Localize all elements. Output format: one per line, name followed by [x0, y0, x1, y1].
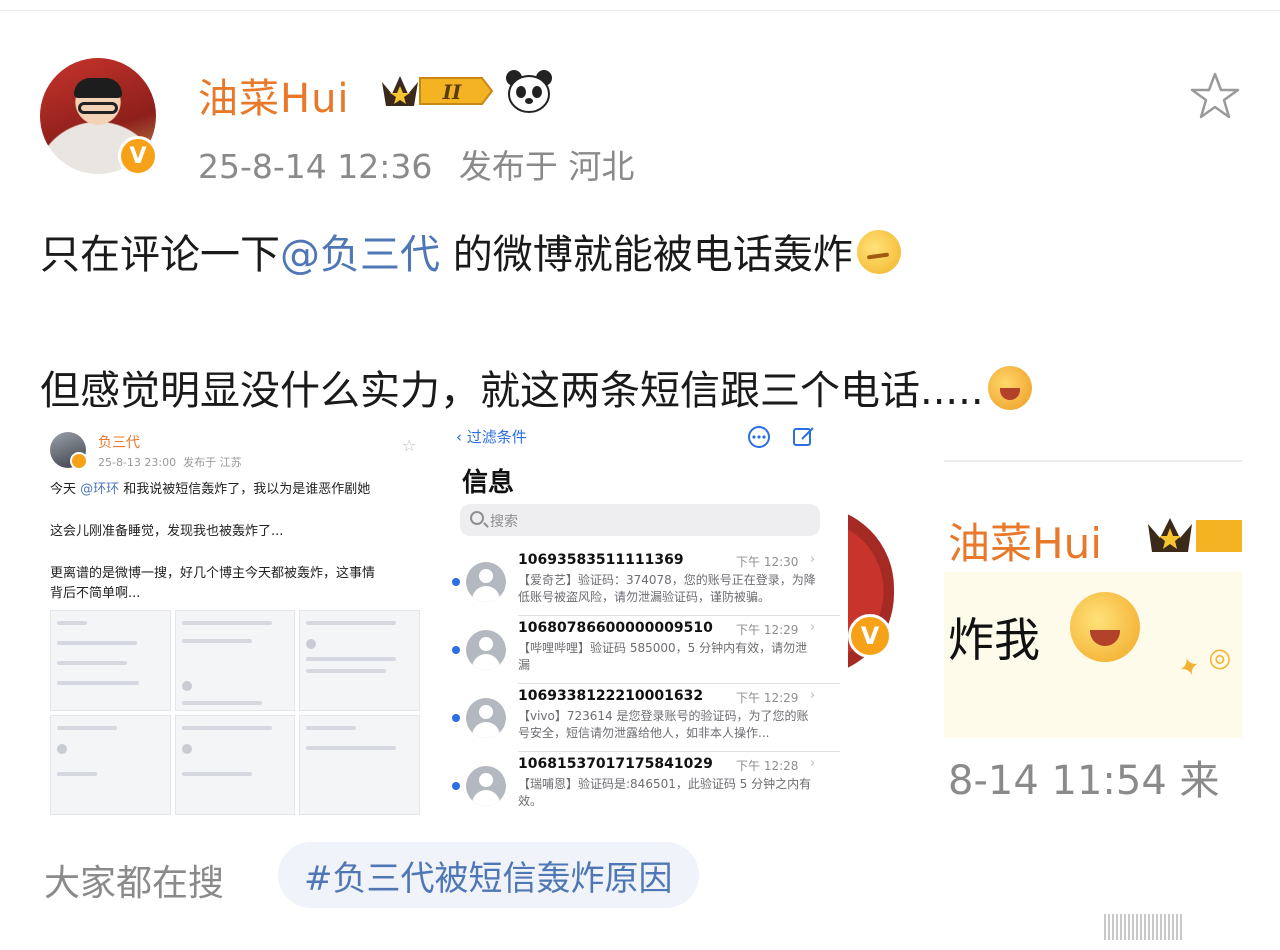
quoted-post-meta: 25-8-13 23:00 发布于 江苏: [98, 454, 242, 470]
post-image-2[interactable]: ‹ 过滤条件 信息 搜索 10693583511111369 下午 12:30 …: [442, 418, 840, 818]
chevron-right-icon: ›: [810, 688, 816, 703]
thumbnail: [50, 610, 171, 711]
message-preview: 【瑞哺恩】验证码是:846501，此验证码 5 分钟之内有效。: [518, 777, 812, 808]
top-divider: [0, 10, 1280, 11]
message-row: 10680786600000009510 下午 12:29 › 【哔哩哔哩】验证…: [442, 616, 840, 684]
author-name[interactable]: 油菜Hui: [198, 66, 350, 124]
message-sender: 10693583511111369: [518, 552, 684, 568]
message-preview: 【爱奇艺】验证码：374078，您的账号正在登录，为降低账号被盗风险，请勿泄漏验…: [518, 573, 816, 604]
post-meta: 25-8-14 12:36 发布于 河北: [198, 140, 650, 188]
quoted-timestamp: 25-8-13 23:00: [98, 456, 177, 469]
trending-label: 大家都在搜: [44, 863, 225, 904]
post-image-1[interactable]: 负三代 25-8-13 23:00 发布于 江苏 ☆ 今天 @环环 和我说被短信…: [40, 418, 430, 818]
messages-title: 信息: [462, 468, 515, 498]
trending-hashtag-link[interactable]: #负三代被短信轰炸原因: [278, 842, 699, 908]
comment-time: 8-14 11:54 来: [948, 758, 1220, 804]
post-image-3[interactable]: V 油菜Hui 炸我 ✦ ◎ 8-14 11:54 来: [848, 418, 1242, 818]
quoted-author-avatar: [50, 432, 88, 470]
thumbnail: [174, 610, 296, 711]
message-time: 下午 12:29: [736, 623, 799, 637]
post-text-line-1: 只在评论一下@负三代 的微博就能被电话轰炸: [40, 222, 901, 280]
verified-v-icon: V: [118, 136, 158, 176]
contact-avatar-icon: [466, 630, 506, 670]
quoted-text-line: 今天 @环环 和我说被短信轰炸了，我以为是谁恶作剧她: [50, 482, 371, 497]
message-preview: 【vivo】723614 是您登录账号的验证码，为了您的账号安全，短信请勿泄露给…: [518, 709, 809, 740]
post-text: 只在评论一下: [40, 232, 280, 278]
message-time: 下午 12:28: [736, 759, 799, 773]
favorite-star-button[interactable]: [1188, 70, 1242, 122]
level-badge-text: II: [442, 80, 462, 104]
message-toolbar-icons: [748, 426, 814, 448]
contact-avatar-icon: [466, 562, 506, 602]
comment-text: 炸我: [948, 613, 1040, 667]
chevron-right-icon: ›: [810, 756, 816, 771]
filter-back-button: ‹ 过滤条件: [456, 428, 527, 446]
quoted-thumbnail-grid: [50, 610, 420, 815]
thumbnail: [174, 714, 296, 815]
message-time: 下午 12:29: [736, 691, 799, 705]
message-row: 10681537017175841029 下午 12:28 › 【瑞哺恩】验证码…: [442, 752, 840, 818]
message-time: 下午 12:30: [736, 555, 799, 569]
divider: [944, 460, 1242, 462]
comment-author-name: 油菜Hui: [948, 519, 1102, 568]
quoted-text-line: 背后不简单啊...: [50, 586, 141, 601]
quoted-text-line: 更离谱的是微博一搜，好几个博主今天都被轰炸，这事情: [50, 566, 376, 581]
panda-icon: [506, 70, 552, 113]
laughing-emoji-icon: [987, 366, 1032, 410]
messages-search: 搜索: [460, 504, 820, 536]
avatar-hair: [74, 78, 122, 98]
message-row: 1069338122210001632 下午 12:29 › 【vivo】723…: [442, 684, 840, 752]
thinking-emoji-icon: [856, 230, 901, 274]
search-icon: [470, 511, 484, 525]
message-sender: 1069338122210001632: [518, 688, 704, 704]
laughing-emoji-icon: [1070, 592, 1140, 662]
message-sender: 10681537017175841029: [518, 756, 713, 772]
unread-dot: [452, 646, 460, 654]
thumbnail: [299, 714, 420, 815]
message-row: 10693583511111369 下午 12:30 › 【爱奇艺】验证码：37…: [442, 548, 840, 616]
message-sender: 10680786600000009510: [518, 620, 713, 636]
contact-avatar-icon: [466, 766, 506, 806]
chevron-right-icon: ›: [810, 620, 816, 635]
thumbnail: [299, 610, 420, 711]
avatar-glasses: [78, 102, 118, 114]
post-text: 的微博就能被电话轰炸: [440, 232, 853, 278]
verified-v-icon: V: [848, 614, 892, 658]
mention-link[interactable]: @负三代: [280, 232, 440, 278]
search-placeholder: 搜索: [490, 514, 518, 530]
quoted-location: 发布于 江苏: [183, 456, 242, 469]
quoted-author-name: 负三代: [98, 435, 140, 451]
message-preview: 【哔哩哔哩】验证码 585000，5 分钟内有效，请勿泄漏: [518, 641, 808, 672]
thumbnail: [50, 714, 171, 815]
chevron-right-icon: ›: [810, 552, 816, 567]
unread-dot: [452, 578, 460, 586]
quoted-text-line: 这会儿刚准备睡觉，发现我也被轰炸了...: [50, 524, 284, 539]
watermark-bars: [1104, 906, 1274, 940]
contact-avatar-icon: [466, 698, 506, 738]
crown-level-icon: [1148, 518, 1242, 552]
unread-dot: [452, 714, 460, 722]
post-timestamp: 25-8-14 12:36: [198, 147, 433, 186]
post-text-line-2: 但感觉明显没什么实力，就这两条短信跟三个电话.....: [40, 358, 1032, 416]
post-text: 但感觉明显没什么实力，就这两条短信跟三个电话.....: [40, 368, 984, 414]
unread-dot: [452, 782, 460, 790]
quoted-star-icon: ☆: [402, 436, 417, 455]
crown-level-icon[interactable]: II: [378, 70, 494, 112]
post-location: 发布于 河北: [458, 147, 635, 186]
